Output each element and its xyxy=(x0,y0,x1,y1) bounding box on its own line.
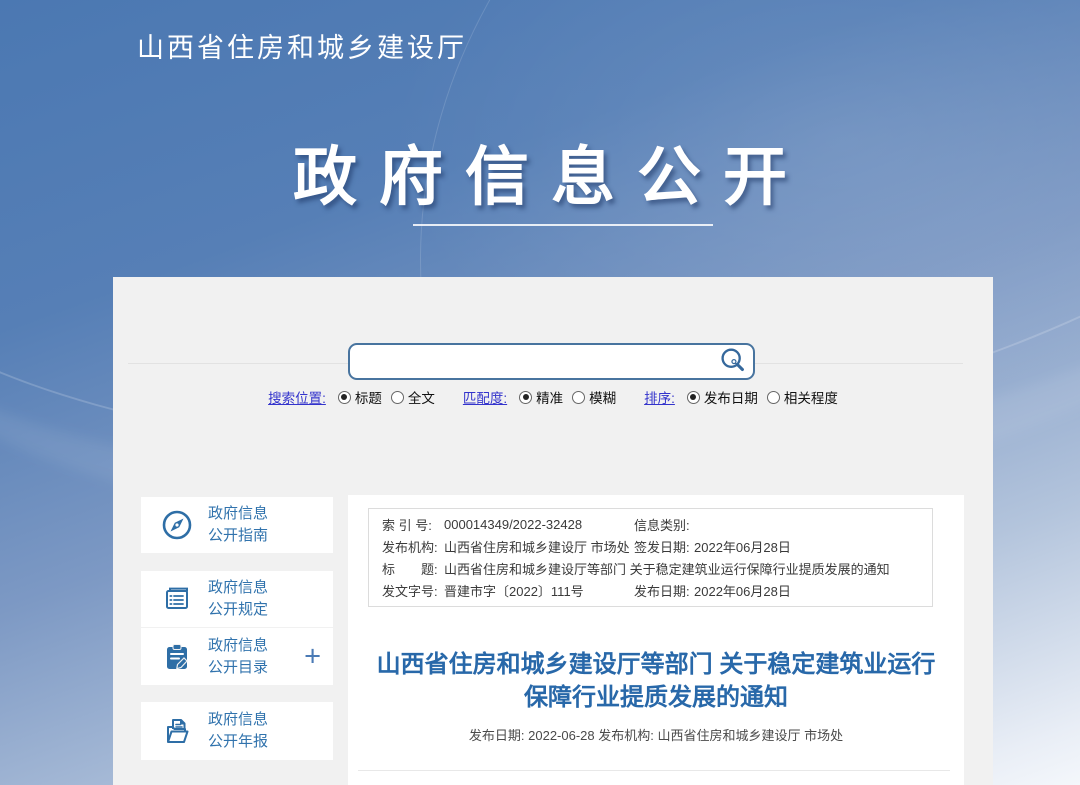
compass-icon xyxy=(161,509,195,541)
content-card: 搜索位置: 标题 全文 匹配度: 精准 模糊 xyxy=(113,277,993,785)
meta-value: 2022年06月28日 xyxy=(694,537,932,556)
annual-report-folder-icon xyxy=(161,715,195,747)
sort-label: 排序: xyxy=(644,387,675,407)
radio-button[interactable] xyxy=(767,391,780,404)
search-input[interactable] xyxy=(350,345,711,378)
document-divider xyxy=(358,770,950,771)
search-scope-group: 搜索位置: 标题 全文 xyxy=(268,387,435,407)
radio-label: 精准 xyxy=(536,387,563,407)
magnifier-icon xyxy=(719,347,746,377)
meta-value: 山西省住房和城乡建设厅等部门 关于稳定建筑业运行保障行业提质发展的通知 xyxy=(444,559,932,578)
meta-row-title: 标 题: 山西省住房和城乡建设厅等部门 关于稳定建筑业运行保障行业提质发展的通知 xyxy=(369,557,932,579)
expand-plus-icon[interactable]: + xyxy=(304,642,321,671)
sidebar-item-disclosure-guide[interactable]: 政府信息 公开指南 xyxy=(141,497,333,553)
page-title: 政府信息公开 xyxy=(0,126,1080,218)
search-box xyxy=(348,343,755,380)
banner-underline xyxy=(413,224,713,226)
sidebar-item-disclosure-rules[interactable]: 政府信息 公开规定 xyxy=(141,571,333,627)
radio-option-fuzzy[interactable]: 模糊 xyxy=(572,387,616,407)
radio-option-fulltext[interactable]: 全文 xyxy=(391,387,435,407)
radio-label: 全文 xyxy=(408,387,435,407)
document-panel: 索 引 号: 000014349/2022-32428 信息类别: 发布机构: … xyxy=(348,495,964,785)
meta-row-index: 索 引 号: 000014349/2022-32428 信息类别: xyxy=(369,513,932,535)
sort-group: 排序: 发布日期 相关程度 xyxy=(644,387,838,407)
catalog-clipboard-icon xyxy=(161,641,195,673)
sidebar-item-annual-report[interactable]: 政府信息 公开年报 xyxy=(141,702,333,760)
meta-label: 发文字号: xyxy=(382,581,444,600)
meta-label: 标 题: xyxy=(382,559,444,578)
match-degree-group: 匹配度: 精准 模糊 xyxy=(463,387,616,407)
meta-row-doc-number: 发文字号: 晋建市字〔2022〕111号 发布日期: 2022年06月28日 xyxy=(369,579,932,601)
search-button[interactable] xyxy=(711,345,753,378)
site-title: 山西省住房和城乡建设厅 xyxy=(137,26,467,65)
sidebar-item-label: 政府信息 公开目录 xyxy=(208,635,268,679)
radio-option-title[interactable]: 标题 xyxy=(338,387,382,407)
meta-value: 2022年06月28日 xyxy=(694,581,932,600)
meta-label: 信息类别: xyxy=(634,515,694,534)
document-title: 山西省住房和城乡建设厅等部门 关于稳定建筑业运行保障行业提质发展的通知 xyxy=(348,648,964,714)
rules-book-icon xyxy=(161,583,195,615)
search-scope-label: 搜索位置: xyxy=(268,387,326,407)
page-background: 山西省住房和城乡建设厅 政府信息公开 搜索位置: xyxy=(0,0,1080,785)
radio-option-relevance[interactable]: 相关程度 xyxy=(767,387,838,407)
radio-label: 标题 xyxy=(355,387,382,407)
meta-value: 山西省住房和城乡建设厅 市场处 xyxy=(444,537,634,556)
search-options-row: 搜索位置: 标题 全文 匹配度: 精准 模糊 xyxy=(113,387,993,407)
meta-label: 索 引 号: xyxy=(382,515,444,534)
sidebar-item-label: 政府信息 公开规定 xyxy=(208,577,268,621)
meta-value: 晋建市字〔2022〕111号 xyxy=(444,581,634,600)
sidebar-item-disclosure-catalog[interactable]: 政府信息 公开目录 + xyxy=(141,628,333,685)
sidebar-item-label: 政府信息 公开指南 xyxy=(208,503,268,547)
meta-label: 发布机构: xyxy=(382,537,444,556)
match-degree-label: 匹配度: xyxy=(463,387,507,407)
radio-button[interactable] xyxy=(572,391,585,404)
radio-option-exact[interactable]: 精准 xyxy=(519,387,563,407)
sidebar-item-label: 政府信息 公开年报 xyxy=(208,709,268,753)
radio-label: 发布日期 xyxy=(704,387,758,407)
radio-button-selected[interactable] xyxy=(519,391,532,404)
radio-label: 模糊 xyxy=(589,387,616,407)
radio-button[interactable] xyxy=(391,391,404,404)
radio-button-selected[interactable] xyxy=(687,391,700,404)
meta-row-agency: 发布机构: 山西省住房和城乡建设厅 市场处 签发日期: 2022年06月28日 xyxy=(369,535,932,557)
radio-button-selected[interactable] xyxy=(338,391,351,404)
meta-label: 发布日期: xyxy=(634,581,694,600)
document-meta-line: 发布日期: 2022-06-28 发布机构: 山西省住房和城乡建设厅 市场处 xyxy=(348,725,964,744)
meta-value: 000014349/2022-32428 xyxy=(444,517,634,532)
document-title-text: 山西省住房和城乡建设厅等部门 关于稳定建筑业运行保障行业提质发展的通知 xyxy=(370,648,942,714)
radio-option-publish-date[interactable]: 发布日期 xyxy=(687,387,758,407)
document-meta-table: 索 引 号: 000014349/2022-32428 信息类别: 发布机构: … xyxy=(368,508,933,607)
meta-label: 签发日期: xyxy=(634,537,694,556)
radio-label: 相关程度 xyxy=(784,387,838,407)
